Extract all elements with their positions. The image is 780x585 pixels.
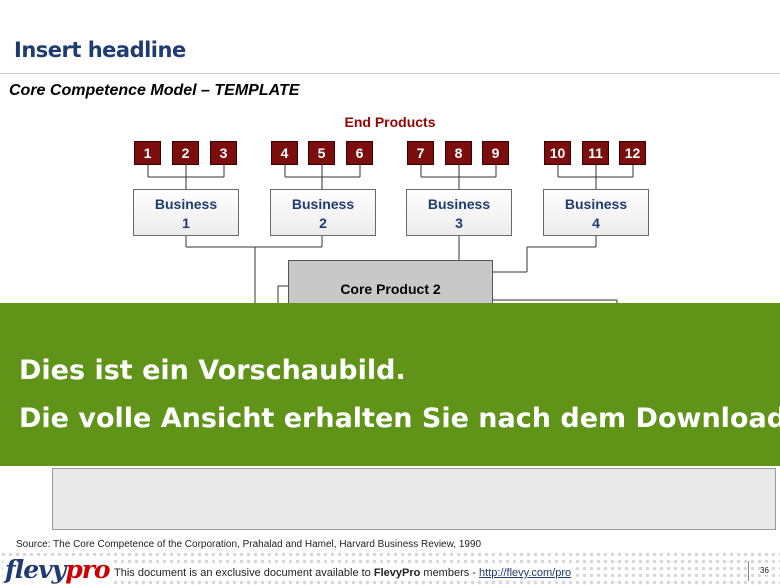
flevypro-logo: flevypro	[3, 556, 112, 584]
end-product-box: 3	[210, 141, 237, 165]
end-product-box: 7	[407, 141, 434, 165]
end-products-label: End Products	[344, 114, 436, 130]
footer-link[interactable]: http://flevy.com/pro	[479, 567, 571, 579]
page-number: 36	[760, 566, 769, 575]
footer-text-before: This document is an exclusive document a…	[114, 567, 371, 579]
preview-banner-line-2: Die volle Ansicht erhalten Sie nach dem …	[19, 403, 780, 434]
end-product-box: 5	[308, 141, 335, 165]
logo-main-text: flevy	[5, 555, 66, 584]
end-product-box: 12	[619, 141, 646, 165]
core-competence-frame	[52, 468, 776, 530]
business-box-2: Business 2	[270, 189, 376, 236]
footer-notice: This document is an exclusive document a…	[112, 567, 574, 579]
footer-brand: FlevyPro	[373, 567, 421, 579]
end-product-box: 11	[582, 141, 609, 165]
footer-text-middle: members -	[423, 567, 476, 579]
footer-separator	[748, 561, 749, 581]
logo-accent-text: pro	[65, 555, 110, 584]
business-name: Business	[564, 196, 628, 212]
business-name: Business	[291, 196, 355, 212]
end-product-box: 8	[445, 141, 472, 165]
business-number: 2	[319, 215, 327, 231]
business-box-4: Business 4	[543, 189, 649, 236]
source-note: Source: The Core Competence of the Corpo…	[16, 539, 482, 550]
end-product-box: 4	[271, 141, 298, 165]
end-product-box: 6	[346, 141, 373, 165]
business-name: Business	[427, 196, 491, 212]
preview-banner-line-1: Dies ist ein Vorschaubild.	[19, 355, 406, 386]
end-product-box: 10	[544, 141, 571, 165]
business-number: 3	[455, 215, 463, 231]
end-product-box: 9	[482, 141, 509, 165]
business-box-3: Business 3	[406, 189, 512, 236]
business-number: 4	[592, 215, 600, 231]
end-product-box: 1	[134, 141, 161, 165]
business-number: 1	[182, 215, 190, 231]
end-product-box: 2	[172, 141, 199, 165]
business-box-1: Business 1	[133, 189, 239, 236]
preview-banner: Dies ist ein Vorschaubild. Die volle Ans…	[0, 303, 780, 466]
business-name: Business	[154, 196, 218, 212]
